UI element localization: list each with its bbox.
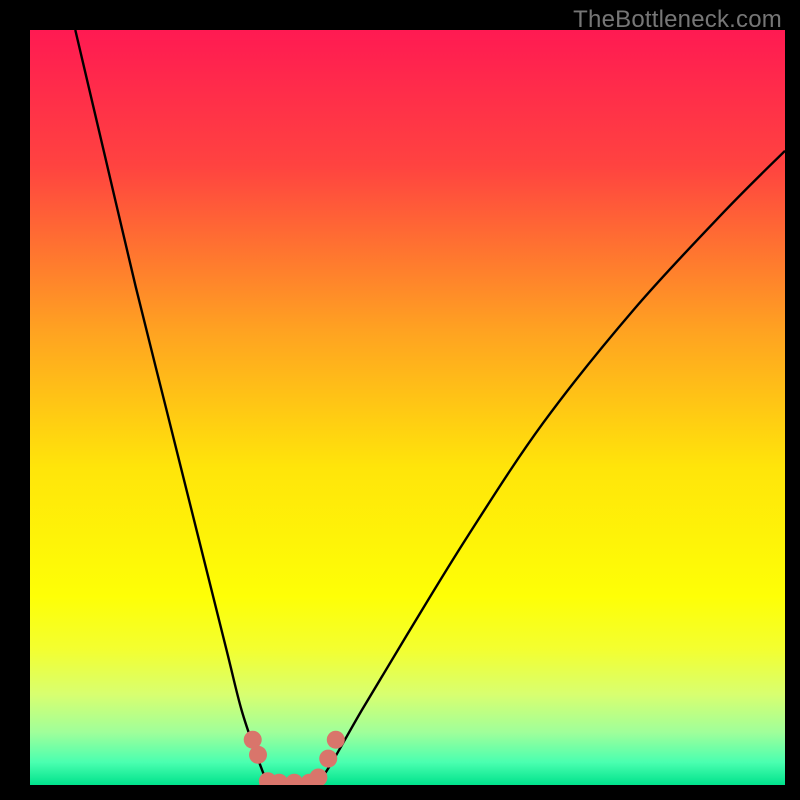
right-branch-curve [317, 151, 785, 785]
left-branch-curve [75, 30, 268, 785]
watermark-text: TheBottleneck.com [573, 6, 782, 34]
plot-area [30, 30, 785, 785]
valley-marker [327, 731, 345, 749]
valley-marker [309, 768, 327, 785]
valley-marker [249, 746, 267, 764]
valley-markers-group [244, 731, 345, 785]
curve-layer [30, 30, 785, 785]
valley-marker [319, 750, 337, 768]
